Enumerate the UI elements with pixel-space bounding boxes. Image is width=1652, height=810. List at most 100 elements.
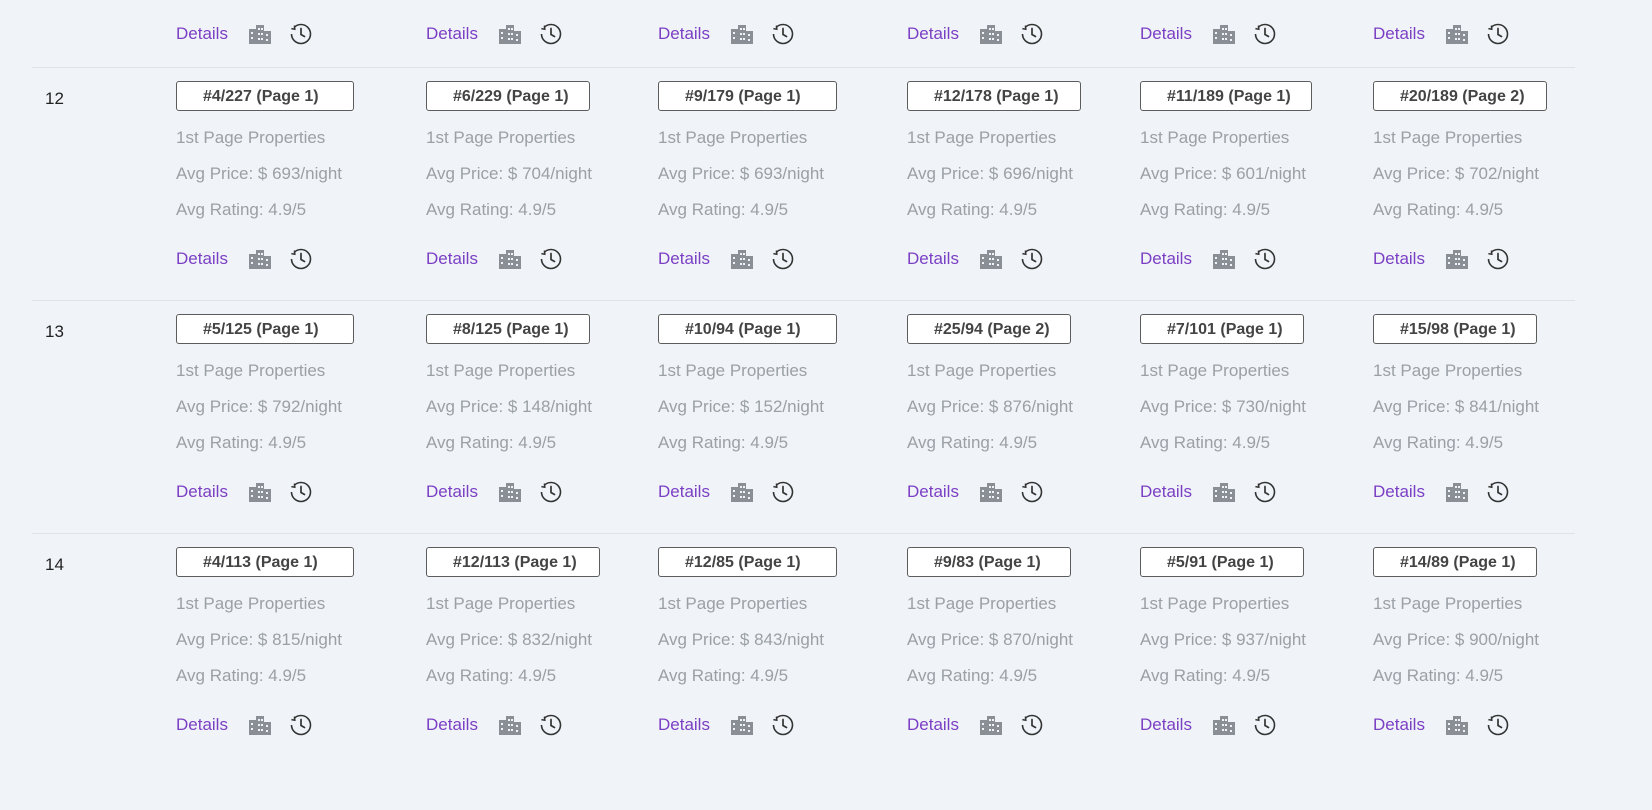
building-icon[interactable] [978, 712, 1004, 738]
rank-badge[interactable]: #7/101 (Page 1) [1140, 314, 1304, 344]
building-icon[interactable] [978, 21, 1004, 47]
details-link[interactable]: Details [1140, 24, 1211, 44]
details-link[interactable]: Details [176, 249, 247, 269]
building-icon[interactable] [1444, 21, 1470, 47]
rank-cell: #5/125 (Page 1) 1st Page Properties Avg Pr… [176, 300, 406, 532]
history-clock-icon[interactable] [1485, 712, 1511, 738]
rank-badge[interactable]: #6/229 (Page 1) [426, 81, 590, 111]
details-link[interactable]: Details [1373, 482, 1444, 502]
rank-badge[interactable]: #20/189 (Page 2) [1373, 81, 1547, 111]
details-link[interactable]: Details [658, 482, 729, 502]
history-clock-icon[interactable] [1485, 479, 1511, 505]
history-clock-icon[interactable] [538, 712, 564, 738]
history-clock-icon[interactable] [1485, 21, 1511, 47]
history-clock-icon[interactable] [288, 712, 314, 738]
history-clock-icon[interactable] [1019, 246, 1045, 272]
details-link[interactable]: Details [658, 24, 729, 44]
building-icon[interactable] [978, 479, 1004, 505]
rank-badge[interactable]: #4/113 (Page 1) [176, 547, 354, 577]
avg-price: Avg Price: $ 696/night [907, 164, 1074, 183]
rank-badge[interactable]: #12/178 (Page 1) [907, 81, 1081, 111]
history-clock-icon[interactable] [288, 21, 314, 47]
details-link[interactable]: Details [658, 715, 729, 735]
rank-badge[interactable]: #9/179 (Page 1) [658, 81, 837, 111]
rank-badge[interactable]: #4/227 (Page 1) [176, 81, 354, 111]
building-icon[interactable] [497, 712, 523, 738]
history-clock-icon[interactable] [1019, 21, 1045, 47]
details-link[interactable]: Details [1140, 715, 1211, 735]
details-link[interactable]: Details [176, 24, 247, 44]
details-link[interactable]: Details [1140, 482, 1211, 502]
details-link[interactable]: Details [658, 249, 729, 269]
building-icon[interactable] [1211, 246, 1237, 272]
rank-badge[interactable]: #11/189 (Page 1) [1140, 81, 1312, 111]
history-clock-icon[interactable] [770, 246, 796, 272]
building-icon[interactable] [1211, 479, 1237, 505]
rank-badge[interactable]: #12/113 (Page 1) [426, 547, 600, 577]
details-link[interactable]: Details [1373, 715, 1444, 735]
rank-badge[interactable]: #25/94 (Page 2) [907, 314, 1071, 344]
history-clock-icon[interactable] [1019, 712, 1045, 738]
building-icon[interactable] [729, 479, 755, 505]
avg-price: Avg Price: $ 704/night [426, 164, 593, 183]
rank-badge[interactable]: #10/94 (Page 1) [658, 314, 837, 344]
building-icon[interactable] [497, 246, 523, 272]
building-icon[interactable] [729, 712, 755, 738]
details-link[interactable]: Details [907, 24, 978, 44]
history-clock-icon[interactable] [538, 21, 564, 47]
history-clock-icon[interactable] [770, 712, 796, 738]
building-icon[interactable] [247, 712, 273, 738]
rank-badge[interactable]: #12/85 (Page 1) [658, 547, 837, 577]
avg-price: Avg Price: $ 702/night [1373, 164, 1540, 183]
building-icon[interactable] [978, 246, 1004, 272]
history-clock-icon[interactable] [1252, 246, 1278, 272]
rank-badge[interactable]: #5/91 (Page 1) [1140, 547, 1304, 577]
building-icon[interactable] [497, 479, 523, 505]
building-icon[interactable] [497, 21, 523, 47]
details-link[interactable]: Details [176, 482, 247, 502]
details-link[interactable]: Details [426, 249, 497, 269]
history-clock-icon[interactable] [1019, 479, 1045, 505]
rank-badge[interactable]: #8/125 (Page 1) [426, 314, 590, 344]
history-clock-icon[interactable] [538, 479, 564, 505]
history-clock-icon[interactable] [1252, 712, 1278, 738]
building-icon[interactable] [729, 246, 755, 272]
avg-price: Avg Price: $ 792/night [176, 397, 343, 416]
row-divider [32, 533, 1575, 534]
building-icon[interactable] [247, 479, 273, 505]
details-link[interactable]: Details [426, 24, 497, 44]
building-icon[interactable] [1211, 712, 1237, 738]
building-icon[interactable] [729, 21, 755, 47]
avg-rating: Avg Rating: 4.9/5 [176, 200, 307, 219]
building-icon[interactable] [1444, 479, 1470, 505]
history-clock-icon[interactable] [538, 246, 564, 272]
details-link[interactable]: Details [1373, 249, 1444, 269]
history-clock-icon[interactable] [1252, 479, 1278, 505]
properties-label: 1st Page Properties [176, 361, 326, 380]
building-icon[interactable] [1444, 712, 1470, 738]
details-link[interactable]: Details [907, 482, 978, 502]
properties-label: 1st Page Properties [1140, 128, 1290, 147]
details-link[interactable]: Details [907, 715, 978, 735]
history-clock-icon[interactable] [770, 479, 796, 505]
details-link[interactable]: Details [1373, 24, 1444, 44]
details-link[interactable]: Details [176, 715, 247, 735]
details-link[interactable]: Details [426, 715, 497, 735]
rank-badge[interactable]: #5/125 (Page 1) [176, 314, 354, 344]
history-clock-icon[interactable] [770, 21, 796, 47]
details-link[interactable]: Details [426, 482, 497, 502]
rank-badge[interactable]: #14/89 (Page 1) [1373, 547, 1537, 577]
history-clock-icon[interactable] [288, 246, 314, 272]
history-clock-icon[interactable] [288, 479, 314, 505]
building-icon[interactable] [247, 21, 273, 47]
building-icon[interactable] [1211, 21, 1237, 47]
building-icon[interactable] [247, 246, 273, 272]
building-icon[interactable] [1444, 246, 1470, 272]
history-clock-icon[interactable] [1485, 246, 1511, 272]
rank-badge[interactable]: #15/98 (Page 1) [1373, 314, 1537, 344]
details-link[interactable]: Details [907, 249, 978, 269]
details-link[interactable]: Details [1140, 249, 1211, 269]
properties-label: 1st Page Properties [658, 128, 808, 147]
rank-badge[interactable]: #9/83 (Page 1) [907, 547, 1071, 577]
history-clock-icon[interactable] [1252, 21, 1278, 47]
